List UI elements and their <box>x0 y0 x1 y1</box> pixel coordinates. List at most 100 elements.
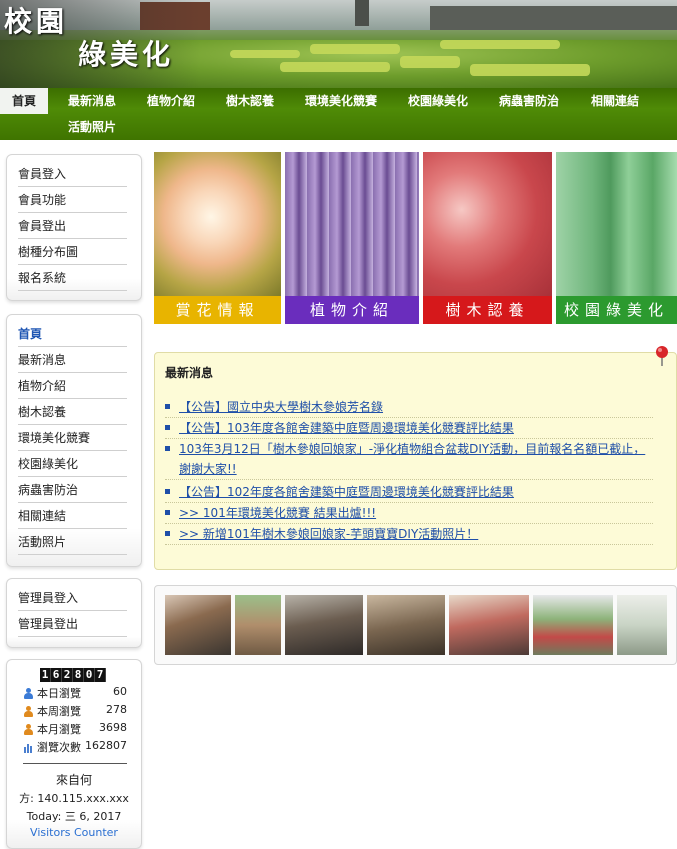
activity-photo-thumbnail[interactable] <box>285 595 363 655</box>
nav-home[interactable]: 首頁 <box>0 88 49 114</box>
tile-campus-greening[interactable]: 校園綠美化 <box>556 152 677 324</box>
banner-building <box>430 6 677 30</box>
counter-stat-value: 60 <box>113 685 127 698</box>
activity-photo-thumbnail[interactable] <box>533 595 613 655</box>
member-login-link[interactable]: 會員登入 <box>18 161 127 187</box>
bullet-icon <box>165 531 170 536</box>
news-item: 103年3月12日「樹木參娘回娘家」-淨化植物組合盆栽DIY活動，目前報名名額已… <box>165 439 653 480</box>
nav-photos[interactable]: 活動照片 <box>68 114 116 140</box>
news-item: 【公告】國立中央大學樹木參娘芳名錄 <box>165 397 653 418</box>
pushpin-icon <box>656 346 668 366</box>
tree-distribution-link[interactable]: 樹種分布圖 <box>18 239 127 265</box>
sidebar-item-pest-control[interactable]: 病蟲害防治 <box>18 477 127 503</box>
sidebar-item-plants[interactable]: 植物介紹 <box>18 373 127 399</box>
counter-stat-label: 本周瀏覽 <box>37 705 81 718</box>
tile-plant-intro[interactable]: 植物介紹 <box>285 152 419 324</box>
sidebar-item-home[interactable]: 首頁 <box>18 321 127 347</box>
activity-photo-thumbnail[interactable] <box>617 595 667 655</box>
bullet-icon <box>165 446 170 451</box>
counter-stat-label: 本月瀏覽 <box>37 723 81 736</box>
counter-digits: 162807 <box>40 668 106 682</box>
tile-caption: 校園綠美化 <box>556 296 677 324</box>
banner-hedge <box>230 50 300 58</box>
counter-digit: 8 <box>73 668 84 682</box>
nav-campus-greening[interactable]: 校園綠美化 <box>408 88 468 114</box>
nav-pest-control[interactable]: 病蟲害防治 <box>499 88 559 114</box>
admin-login-link[interactable]: 管理員登入 <box>18 585 127 611</box>
main-nav: 首頁 最新消息 植物介紹 樹木認養 環境美化競賽 校園綠美化 病蟲害防治 相關連… <box>0 88 677 140</box>
user-icon <box>23 688 34 699</box>
counter-ip: 方: 140.115.xxx.xxx <box>19 792 129 805</box>
counter-stat-value: 162807 <box>85 739 127 752</box>
counter-digit: 7 <box>95 668 106 682</box>
bullet-icon <box>165 425 170 430</box>
counter-digit: 2 <box>62 668 73 682</box>
tree-photo <box>556 152 677 296</box>
sidebar-item-tree-adoption[interactable]: 樹木認養 <box>18 399 127 425</box>
activity-photo-strip <box>154 585 677 665</box>
banner-hedge <box>310 44 400 54</box>
sidebar-item-greening[interactable]: 校園綠美化 <box>18 451 127 477</box>
user-icon <box>23 724 34 735</box>
sidebar-main-menu: 首頁 最新消息 植物介紹 樹木認養 環境美化競賽 校園綠美化 病蟲害防治 相關連… <box>6 314 142 567</box>
counter-digit: 0 <box>84 668 95 682</box>
news-link[interactable]: 【公告】103年度各館舍建築中庭暨周邊環境美化競賽評比結果 <box>179 418 653 438</box>
bar-chart-icon <box>23 742 34 753</box>
news-item: >> 新增101年樹木參娘回娘家-芋頭寶寶DIY活動照片！ <box>165 524 653 545</box>
news-panel: 最新消息 【公告】國立中央大學樹木參娘芳名錄 【公告】103年度各館舍建築中庭暨周… <box>154 346 677 570</box>
visitors-counter-link[interactable]: Visitors Counter <box>7 826 141 839</box>
news-link[interactable]: 【公告】102年度各館舍建築中庭暨周邊環境美化競賽評比結果 <box>179 482 653 502</box>
sidebar-item-contest[interactable]: 環境美化競賽 <box>18 425 127 451</box>
nav-plants[interactable]: 植物介紹 <box>147 88 195 114</box>
news-item: 【公告】103年度各館舍建築中庭暨周邊環境美化競賽評比結果 <box>165 418 653 439</box>
banner-hedge <box>400 56 460 68</box>
sidebar-item-links[interactable]: 相關連結 <box>18 503 127 529</box>
news-link[interactable]: 【公告】國立中央大學樹木參娘芳名錄 <box>179 397 653 417</box>
sidebar-item-news[interactable]: 最新消息 <box>18 347 127 373</box>
flower-photo <box>154 152 281 296</box>
counter-stat-row: 本日瀏覽 60 <box>23 685 127 703</box>
tile-tree-adoption[interactable]: 樹木認養 <box>423 152 552 324</box>
sidebar-item-photos[interactable]: 活動照片 <box>18 529 127 555</box>
activity-photo-thumbnail[interactable] <box>235 595 281 655</box>
bullet-icon <box>165 489 170 494</box>
banner-hedge <box>280 62 390 72</box>
site-title-line2: 綠美化 <box>78 38 175 71</box>
tile-caption: 植物介紹 <box>285 296 419 324</box>
counter-stat-value: 278 <box>106 703 127 716</box>
member-menu: 會員登入 會員功能 會員登出 樹種分布圖 報名系統 <box>6 154 142 301</box>
banner-building <box>355 0 369 26</box>
counter-digit: 6 <box>51 668 62 682</box>
activity-photo-thumbnail[interactable] <box>165 595 231 655</box>
admin-menu: 管理員登入 管理員登出 <box>6 578 142 648</box>
counter-stat-label: 瀏覽次數 <box>37 741 81 754</box>
counter-from-label: 來自何 <box>55 773 92 787</box>
banner-hedge <box>440 40 560 49</box>
site-title-line1: 校園 <box>4 5 69 38</box>
blossom-photo <box>423 152 552 296</box>
news-title: 最新消息 <box>165 366 214 380</box>
nav-news[interactable]: 最新消息 <box>68 88 116 114</box>
news-link[interactable]: >> 101年環境美化競賽 結果出爐!!! <box>179 503 653 523</box>
activity-photo-thumbnail[interactable] <box>449 595 529 655</box>
admin-logout-link[interactable]: 管理員登出 <box>18 611 127 637</box>
nav-tree-adoption[interactable]: 樹木認養 <box>226 88 274 114</box>
counter-digit: 1 <box>40 668 51 682</box>
member-functions-link[interactable]: 會員功能 <box>18 187 127 213</box>
counter-stat-row: 本周瀏覽 278 <box>23 703 127 721</box>
news-link[interactable]: >> 新增101年樹木參娘回娘家-芋頭寶寶DIY活動照片！ <box>179 524 653 544</box>
activity-photo-thumbnail[interactable] <box>367 595 445 655</box>
news-item: >> 101年環境美化競賽 結果出爐!!! <box>165 503 653 524</box>
news-link[interactable]: 103年3月12日「樹木參娘回娘家」-淨化植物組合盆栽DIY活動，目前報名名額已… <box>179 439 653 479</box>
header-banner: 校園 綠美化 <box>0 0 677 88</box>
forest-photo <box>285 152 419 296</box>
visitor-counter: 162807 本日瀏覽 60 本周瀏覽 278 本月瀏覽 3698 瀏覽次數 162807 來… <box>6 659 142 849</box>
tile-caption: 樹木認養 <box>423 296 552 324</box>
user-icon <box>23 706 34 717</box>
bullet-icon <box>165 404 170 409</box>
registration-link[interactable]: 報名系統 <box>18 265 127 291</box>
nav-beautification-contest[interactable]: 環境美化競賽 <box>305 88 377 114</box>
member-logout-link[interactable]: 會員登出 <box>18 213 127 239</box>
tile-flower-info[interactable]: 賞花情報 <box>154 152 281 324</box>
nav-links[interactable]: 相關連結 <box>591 88 639 114</box>
